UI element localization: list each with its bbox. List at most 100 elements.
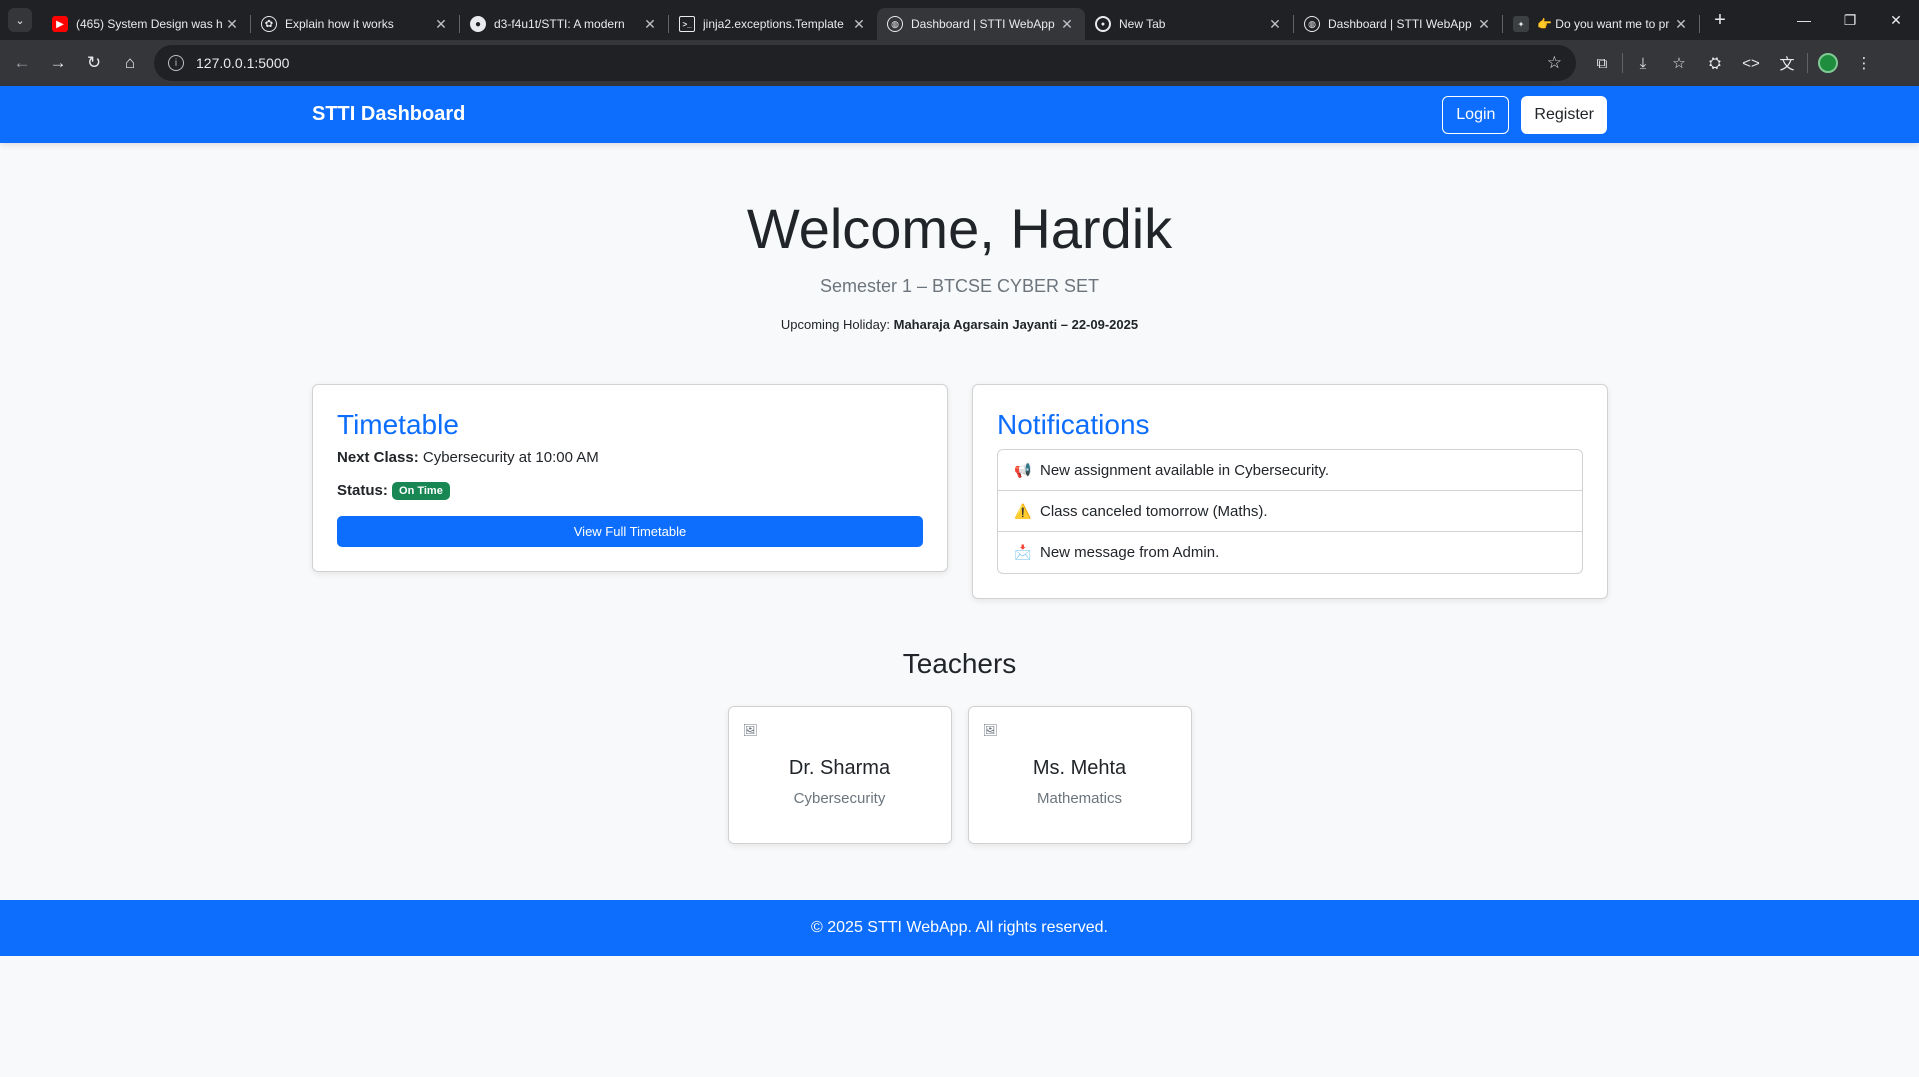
page-viewport: STTI Dashboard Login Register Welcome, H… <box>0 86 1919 1077</box>
devtools-icon[interactable]: <> <box>1733 45 1769 81</box>
broken-image-icon: 🖼 <box>742 723 758 737</box>
profile-icon[interactable] <box>1810 45 1846 81</box>
window-controls: — ❐ ✕ <box>1781 0 1919 40</box>
upcoming-holiday: Upcoming Holiday: Maharaja Agarsain Jaya… <box>0 317 1919 332</box>
tab-strip: ▶ (465) System Design was h ✕ ✿ Explain … <box>42 0 1734 40</box>
warning-icon: ⚠️ <box>1014 502 1032 519</box>
teachers-heading: Teachers <box>902 648 1017 679</box>
close-tab-icon[interactable]: ✕ <box>851 16 867 33</box>
status-badge: On Time <box>392 482 450 500</box>
timetable-title: Timetable <box>337 409 459 440</box>
login-button[interactable]: Login <box>1442 95 1510 134</box>
app-icon: ✦ <box>1513 16 1529 32</box>
teacher-subject: Cybersecurity <box>793 790 886 807</box>
tab-search-icon[interactable]: ⌄ <box>8 8 32 32</box>
close-tab-icon[interactable]: ✕ <box>433 16 449 33</box>
new-tab-icon[interactable]: + <box>1706 9 1734 32</box>
site-footer: © 2025 STTI WebApp. All rights reserved. <box>0 900 1919 956</box>
close-tab-icon[interactable]: ✕ <box>224 16 240 33</box>
welcome-heading: Welcome, Hardik <box>746 197 1173 260</box>
tab-title: Dashboard | STTI WebApp <box>1328 17 1472 31</box>
semester-subtitle: Semester 1 – BTCSE CYBER SET <box>819 276 1100 297</box>
envelope-icon: 📩 <box>1014 544 1032 560</box>
notification-item: 📢 New assignment available in Cybersecur… <box>998 450 1582 491</box>
browser-toolbar: ← → ↻ ⌂ i 127.0.0.1:5000 ☆ ⧉ ⤓ ☆ ⛭ <> 文 … <box>0 40 1919 86</box>
close-tab-icon[interactable]: ✕ <box>1476 16 1492 33</box>
notifications-card: Notifications 📢 New assignment available… <box>972 384 1608 599</box>
status-line: Status: On Time <box>337 482 923 500</box>
browser-tab[interactable]: ● d3-f4u1t/STTI: A modern ✕ <box>460 8 668 40</box>
brand-logo-text[interactable]: STTI Dashboard <box>312 103 465 126</box>
github-icon: ● <box>470 16 486 32</box>
tab-title: Explain how it works <box>285 17 394 31</box>
browser-tab-bar: ⌄ ▶ (465) System Design was h ✕ ✿ Explai… <box>0 0 1919 40</box>
close-tab-icon[interactable]: ✕ <box>642 16 658 33</box>
holiday-label: Upcoming Holiday: <box>780 317 890 333</box>
teacher-subject: Mathematics <box>1036 790 1123 807</box>
notification-item: ⚠️ Class canceled tomorrow (Maths). <box>998 491 1582 532</box>
back-icon[interactable]: ← <box>4 45 40 81</box>
address-bar[interactable]: i 127.0.0.1:5000 ☆ <box>154 45 1576 81</box>
close-tab-icon[interactable]: ✕ <box>1267 16 1283 33</box>
bookmark-star-icon[interactable]: ☆ <box>1547 53 1562 73</box>
tab-title: (465) System Design was h <box>76 17 223 31</box>
extensions-icon[interactable]: ⧉ <box>1584 45 1620 81</box>
download-icon[interactable]: ⤓ <box>1625 45 1661 81</box>
site-navbar: STTI Dashboard Login Register <box>0 86 1919 143</box>
teacher-name: Dr. Sharma <box>788 757 891 779</box>
tab-title: 👉 Do you want me to pr <box>1537 17 1670 31</box>
tab-divider <box>1699 15 1700 33</box>
browser-tab[interactable]: ▶ (465) System Design was h ✕ <box>42 8 250 40</box>
favorites-icon[interactable]: ☆ <box>1661 45 1697 81</box>
notifications-title: Notifications <box>997 409 1150 440</box>
close-window-icon[interactable]: ✕ <box>1873 0 1919 40</box>
next-class-label: Next Class: <box>337 449 419 466</box>
broken-image-icon: 🖼 <box>982 723 998 737</box>
teachers-grid: 🖼 Dr. Sharma Cybersecurity 🖼 Ms. Mehta M… <box>0 706 1919 844</box>
teacher-card: 🖼 Ms. Mehta Mathematics <box>967 706 1192 844</box>
next-class-line: Next Class: Cybersecurity at 10:00 AM <box>337 449 923 466</box>
browser-tab-active[interactable]: ◍ Dashboard | STTI WebApp ✕ <box>877 8 1085 40</box>
home-icon[interactable]: ⌂ <box>112 45 148 81</box>
menu-kebab-icon[interactable]: ⋮ <box>1846 45 1882 81</box>
browser-tab[interactable]: ✦ 👉 Do you want me to pr ✕ <box>1503 8 1699 40</box>
youtube-icon: ▶ <box>52 16 68 32</box>
forward-icon[interactable]: → <box>40 45 76 81</box>
nav-actions: Login Register <box>1442 95 1607 134</box>
minimize-icon[interactable]: — <box>1781 0 1827 40</box>
toolbar-icons: ⧉ ⤓ ☆ ⛭ <> 文 ⋮ <box>1584 45 1882 81</box>
translate-icon[interactable]: 文 <box>1769 45 1805 81</box>
reload-icon[interactable]: ↻ <box>76 45 112 81</box>
tab-title: jinja2.exceptions.Template <box>703 17 844 31</box>
url-text[interactable]: 127.0.0.1:5000 <box>196 55 1547 71</box>
browser-tab[interactable]: ◍ Dashboard | STTI WebApp ✕ <box>1294 8 1502 40</box>
close-tab-icon[interactable]: ✕ <box>1059 16 1075 33</box>
close-tab-icon[interactable]: ✕ <box>1673 16 1689 33</box>
notification-text: New message from Admin. <box>1040 544 1220 561</box>
browser-tab[interactable]: ✿ Explain how it works ✕ <box>251 8 459 40</box>
view-full-timetable-button[interactable]: View Full Timetable <box>337 516 923 547</box>
register-button[interactable]: Register <box>1521 95 1607 134</box>
notification-item: 📩 New message from Admin. <box>998 532 1582 573</box>
globe-icon: ◍ <box>1304 16 1320 32</box>
toolbar-divider <box>1622 53 1623 73</box>
tab-title: d3-f4u1t/STTI: A modern <box>494 17 625 31</box>
notification-text: New assignment available in Cybersecurit… <box>1040 461 1330 479</box>
terminal-icon: >_ <box>679 16 695 32</box>
browser-tab[interactable]: >_ jinja2.exceptions.Template ✕ <box>669 8 877 40</box>
tab-title: New Tab <box>1119 17 1166 31</box>
next-class-value: Cybersecurity at 10:00 AM <box>422 449 599 466</box>
restore-icon[interactable]: ❐ <box>1827 0 1873 40</box>
chrome-icon: ● <box>1095 16 1111 32</box>
incognito-icon[interactable]: ⛭ <box>1697 45 1733 81</box>
notification-text: Class canceled tomorrow (Maths). <box>1040 502 1268 520</box>
megaphone-icon: 📢 <box>1014 461 1032 478</box>
cards-row: Timetable Next Class: Cybersecurity at 1… <box>312 384 1608 599</box>
browser-tab[interactable]: ● New Tab ✕ <box>1085 8 1293 40</box>
hero-section: Welcome, Hardik Semester 1 – BTCSE CYBER… <box>0 195 1919 332</box>
toolbar-divider <box>1807 53 1808 73</box>
site-info-icon[interactable]: i <box>168 55 184 71</box>
teacher-card: 🖼 Dr. Sharma Cybersecurity <box>727 706 952 844</box>
globe-icon: ◍ <box>887 16 903 32</box>
holiday-value: Maharaja Agarsain Jayanti – 22-09-2025 <box>893 317 1139 333</box>
